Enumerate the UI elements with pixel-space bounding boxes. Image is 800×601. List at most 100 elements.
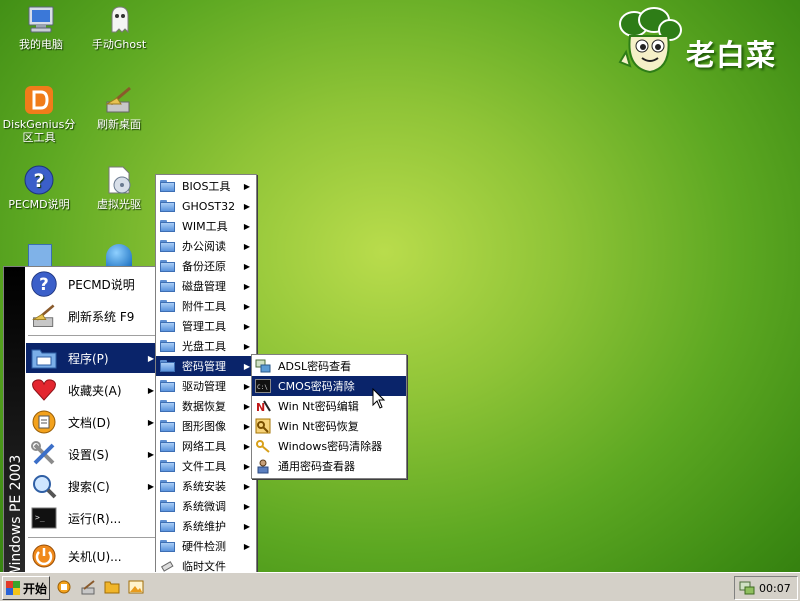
folder-icon bbox=[159, 520, 175, 532]
folder-icon bbox=[159, 240, 175, 252]
start-item-shutdown[interactable]: 关机(U)... bbox=[26, 541, 160, 571]
start-item-run[interactable]: >_ 运行(R)... bbox=[26, 503, 160, 533]
start-item-documents[interactable]: 文档(D) ▶ bbox=[26, 407, 160, 437]
programs-item[interactable]: 密码管理 ▶ bbox=[156, 356, 256, 376]
programs-item[interactable]: 管理工具 ▶ bbox=[156, 316, 256, 336]
folder-icon bbox=[159, 180, 175, 192]
submenu-arrow-icon: ▶ bbox=[243, 481, 250, 491]
programs-item[interactable]: WIM工具 ▶ bbox=[156, 216, 256, 236]
password-item[interactable]: Win Nt密码恢复 bbox=[252, 416, 406, 436]
desktop-icon-virtual-drive[interactable]: 虚拟光驱 bbox=[80, 164, 158, 211]
folder-icon bbox=[159, 200, 175, 212]
menu-separator bbox=[28, 335, 158, 336]
desktop-icon-my-computer[interactable]: 我的电脑 bbox=[2, 4, 80, 51]
diskgenius-icon bbox=[23, 84, 55, 116]
submenu-arrow-icon: ▶ bbox=[243, 501, 250, 511]
programs-item[interactable]: 磁盘管理 ▶ bbox=[156, 276, 256, 296]
programs-item[interactable]: 驱动管理 ▶ bbox=[156, 376, 256, 396]
desktop-icon-diskgenius[interactable]: DiskGenius分区工具 bbox=[0, 84, 78, 144]
windows-logo-icon bbox=[6, 581, 20, 595]
folder-icon bbox=[159, 380, 175, 392]
password-item[interactable]: 通用密码查看器 bbox=[252, 456, 406, 476]
logo-text: 老白菜 bbox=[686, 38, 777, 72]
programs-item[interactable]: 文件工具 ▶ bbox=[156, 456, 256, 476]
submenu-arrow-icon: ▶ bbox=[243, 201, 250, 211]
programs-item-label: 光盘工具 bbox=[182, 340, 226, 353]
programs-item[interactable]: GHOST32 ▶ bbox=[156, 196, 256, 216]
programs-item-label: BIOS工具 bbox=[182, 180, 231, 193]
refresh-broom-icon bbox=[28, 301, 60, 331]
folder-icon bbox=[159, 220, 175, 232]
start-item-pecmd-help[interactable]: ? PECMD说明 bbox=[26, 269, 160, 299]
programs-item[interactable]: 备份还原 ▶ bbox=[156, 256, 256, 276]
submenu-arrow-icon: ▶ bbox=[243, 181, 250, 191]
start-menu-banner-text: Windows PE 2003 bbox=[8, 454, 24, 579]
submenu-arrow-icon: ▶ bbox=[243, 421, 250, 431]
programs-item[interactable]: 系统维护 ▶ bbox=[156, 516, 256, 536]
desktop-icon-label: PECMD说明 bbox=[8, 198, 70, 211]
desktop-icon-label: 手动Ghost bbox=[91, 38, 147, 51]
folder-icon bbox=[159, 460, 175, 472]
submenu-arrow-icon: ▶ bbox=[147, 449, 154, 459]
programs-item[interactable]: 系统安装 ▶ bbox=[156, 476, 256, 496]
programs-item[interactable]: 图形图像 ▶ bbox=[156, 416, 256, 436]
programs-item[interactable]: 数据恢复 ▶ bbox=[156, 396, 256, 416]
svg-text:?: ? bbox=[33, 170, 44, 192]
quicklaunch-folder-icon[interactable] bbox=[104, 579, 120, 595]
submenu-arrow-icon: ▶ bbox=[243, 301, 250, 311]
system-tray: 00:07 bbox=[734, 576, 798, 600]
programs-item[interactable]: 硬件检测 ▶ bbox=[156, 536, 256, 556]
refresh-broom-icon bbox=[103, 84, 135, 116]
folder-icon bbox=[159, 260, 175, 272]
start-button[interactable]: 开始 bbox=[2, 576, 50, 600]
svg-text:C:\: C:\ bbox=[257, 384, 268, 391]
start-item-programs[interactable]: 程序(P) ▶ bbox=[26, 343, 160, 373]
programs-item-label: 附件工具 bbox=[182, 300, 226, 313]
svg-text:N: N bbox=[256, 401, 265, 414]
programs-item[interactable]: 系统微调 ▶ bbox=[156, 496, 256, 516]
tray-clock: 00:07 bbox=[759, 581, 791, 595]
svg-text:?: ? bbox=[39, 275, 49, 294]
password-item[interactable]: ADSL密码查看 bbox=[252, 356, 406, 376]
desktop-icon-refresh-desktop[interactable]: 刷新桌面 bbox=[80, 84, 158, 131]
folder-icon bbox=[159, 360, 175, 372]
folder-icon bbox=[159, 320, 175, 332]
search-icon bbox=[28, 471, 60, 501]
submenu-arrow-icon: ▶ bbox=[243, 241, 250, 251]
start-item-favorites[interactable]: 收藏夹(A) ▶ bbox=[26, 375, 160, 405]
start-item-refresh-system[interactable]: 刷新系统 F9 bbox=[26, 301, 160, 331]
programs-item[interactable]: BIOS工具 ▶ bbox=[156, 176, 256, 196]
submenu-arrow-icon: ▶ bbox=[243, 461, 250, 471]
laobaicai-logo: 老白菜 bbox=[614, 6, 796, 80]
folder-icon bbox=[159, 420, 175, 432]
submenu-arrow-icon: ▶ bbox=[243, 361, 250, 371]
desktop-icon-pecmd-help[interactable]: ? PECMD说明 bbox=[0, 164, 78, 211]
folder-icon bbox=[159, 280, 175, 292]
password-viewer-icon bbox=[252, 456, 274, 476]
folder-icon bbox=[159, 400, 175, 412]
password-item[interactable]: Windows密码清除器 bbox=[252, 436, 406, 456]
quicklaunch-tools-icon[interactable] bbox=[56, 579, 72, 595]
tray-network-icon[interactable] bbox=[739, 580, 755, 599]
programs-item[interactable]: 办公阅读 ▶ bbox=[156, 236, 256, 256]
settings-tools-icon bbox=[28, 439, 60, 469]
mouse-cursor-icon bbox=[372, 387, 386, 413]
quicklaunch-refresh-icon[interactable] bbox=[80, 579, 96, 595]
programs-item[interactable]: 附件工具 ▶ bbox=[156, 296, 256, 316]
hidden-desktop-icon bbox=[28, 244, 52, 268]
start-item-search[interactable]: 搜索(C) ▶ bbox=[26, 471, 160, 501]
programs-item-label: 管理工具 bbox=[182, 320, 226, 333]
quicklaunch-image-icon[interactable] bbox=[128, 579, 144, 595]
programs-item[interactable]: 网络工具 ▶ bbox=[156, 436, 256, 456]
console-icon: C:\ bbox=[252, 376, 274, 396]
programs-item[interactable]: 光盘工具 ▶ bbox=[156, 336, 256, 356]
submenu-arrow-icon: ▶ bbox=[243, 281, 250, 291]
folder-icon bbox=[159, 500, 175, 512]
start-item-settings[interactable]: 设置(S) ▶ bbox=[26, 439, 160, 469]
submenu-arrow-icon: ▶ bbox=[147, 385, 154, 395]
programs-item-label: 办公阅读 bbox=[182, 240, 226, 253]
svg-text:>_: >_ bbox=[35, 513, 45, 522]
desktop-icon-ghost[interactable]: 手动Ghost bbox=[80, 4, 158, 51]
programs-item-label: 硬件检测 bbox=[182, 540, 226, 553]
start-button-label: 开始 bbox=[23, 581, 48, 596]
